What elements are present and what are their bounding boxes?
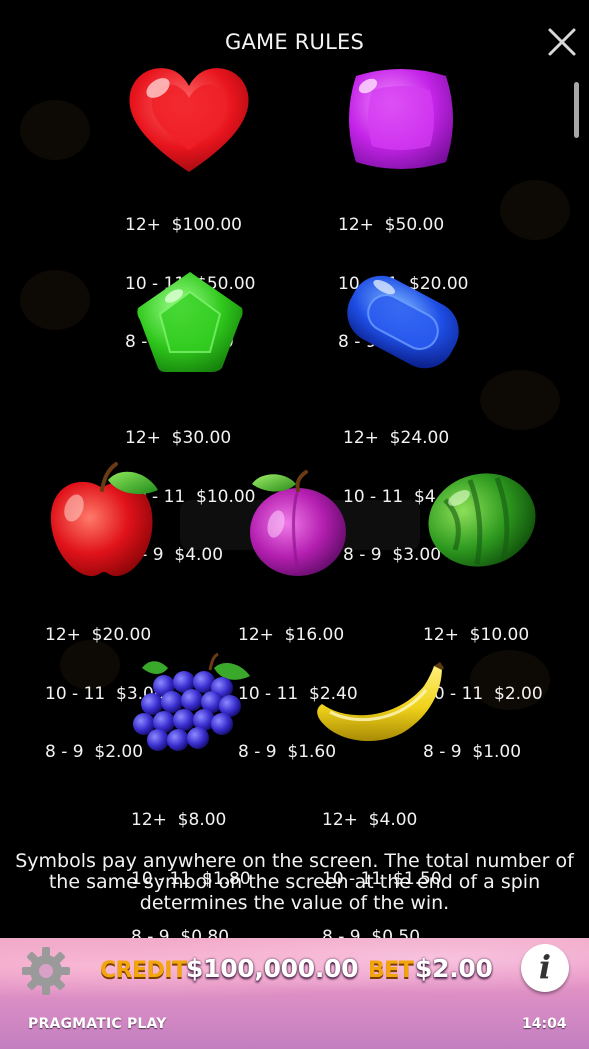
purple-plum-icon — [246, 468, 350, 582]
green-pentagon-candy-icon — [132, 268, 248, 380]
info-button[interactable]: i — [521, 944, 569, 992]
credit-label: CREDIT — [100, 958, 187, 983]
clock: 14:04 — [522, 1016, 567, 1032]
gear-icon — [22, 947, 70, 995]
bet-label: BET — [368, 958, 414, 983]
credit-value: $100,000.00 — [186, 954, 359, 983]
blue-oblong-candy-icon — [340, 266, 466, 382]
brand-logo-text: PRAGMATIC PLAY — [28, 1016, 167, 1032]
pay-line: 12+ $16.00 — [238, 625, 345, 645]
yellow-banana-icon — [316, 660, 446, 754]
red-heart-candy-icon — [124, 62, 254, 181]
pay-line: 12+ $20.00 — [45, 625, 152, 645]
scrollbar-thumb[interactable] — [574, 82, 579, 138]
pay-line: 12+ $24.00 — [343, 428, 450, 448]
close-button[interactable] — [544, 24, 580, 60]
red-apple-icon — [46, 462, 162, 584]
green-watermelon-icon — [425, 470, 539, 574]
bet-value: $2.00 — [415, 954, 493, 983]
pay-line: 12+ $4.00 — [322, 810, 418, 830]
page-title: GAME RULES — [225, 30, 364, 54]
purple-grapes-icon — [124, 652, 252, 760]
purple-square-candy-icon — [342, 64, 460, 178]
pay-line: 12+ $30.00 — [125, 428, 232, 448]
pay-line: 12+ $100.00 — [125, 215, 242, 235]
close-icon — [548, 28, 576, 56]
header: GAME RULES — [0, 0, 589, 80]
rules-description: Symbols pay anywhere on the screen. The … — [15, 850, 574, 914]
settings-button[interactable] — [20, 945, 72, 997]
pay-line: 12+ $8.00 — [131, 810, 227, 830]
info-icon: i — [538, 948, 552, 986]
pay-line: 12+ $10.00 — [423, 625, 530, 645]
pay-line: 12+ $50.00 — [338, 215, 445, 235]
